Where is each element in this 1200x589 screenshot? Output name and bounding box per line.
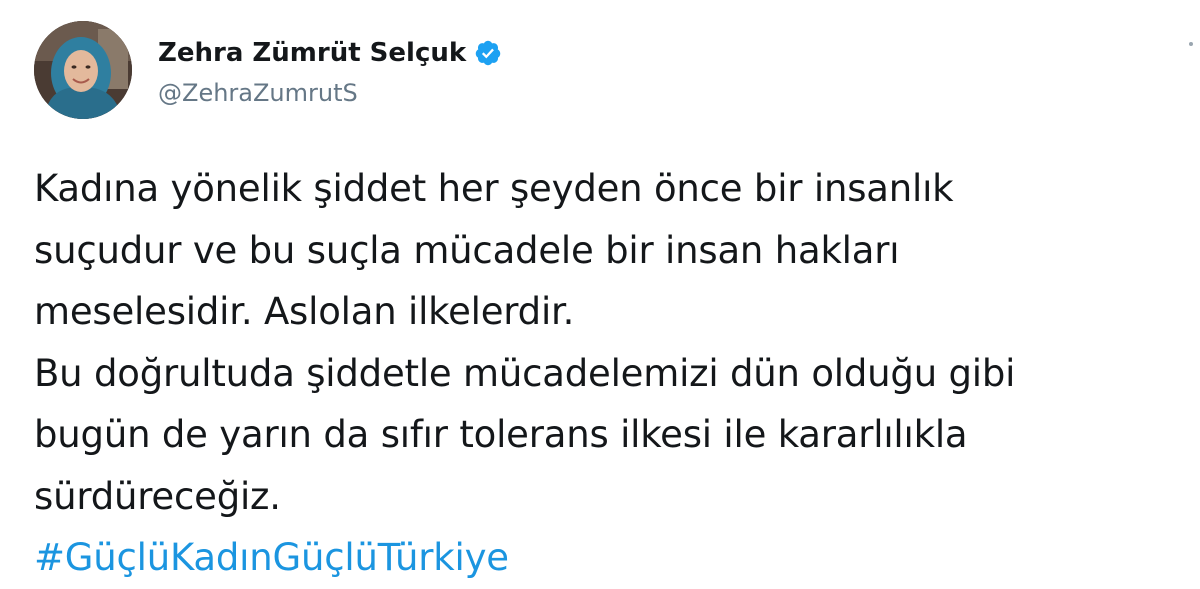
- name-row: Zehra Zümrüt Selçuk: [158, 33, 502, 73]
- author-handle[interactable]: @ZehraZumrutS: [158, 79, 502, 107]
- tweet-text: Kadına yönelik şiddet her şeyden önce bi…: [34, 158, 1194, 589]
- tweet-text-line: Kadına yönelik şiddet her şeyden önce bi…: [34, 167, 954, 210]
- tweet-text-line: sürdüreceğiz.: [34, 474, 281, 518]
- avatar-image: [34, 21, 132, 119]
- tweet-text-line: bugün de yarın da sıfır tolerans ilkesi …: [34, 413, 968, 456]
- tweet-text-line: suçudur ve bu suçla mücadele bir insan h…: [34, 228, 900, 272]
- tweet-header: Zehra Zümrüt Selçuk @ZehraZumrutS: [34, 20, 502, 120]
- author-info: Zehra Zümrüt Selçuk @ZehraZumrutS: [158, 33, 502, 107]
- tweet-text-line: Bu doğrultuda şiddetle mücadelemizi dün …: [34, 351, 1016, 395]
- verified-badge-icon: [474, 39, 502, 67]
- tweet-card: Zehra Zümrüt Selçuk @ZehraZumrutS Kadına…: [0, 0, 1200, 580]
- display-name[interactable]: Zehra Zümrüt Selçuk: [158, 38, 466, 68]
- more-options-icon[interactable]: [1186, 38, 1196, 68]
- avatar[interactable]: [34, 21, 132, 119]
- hashtag-link[interactable]: #GüçlüKadınGüçlüTürkiye: [34, 527, 1194, 589]
- tweet-text-line: meselesidir. Aslolan ilkelerdir.: [34, 290, 575, 333]
